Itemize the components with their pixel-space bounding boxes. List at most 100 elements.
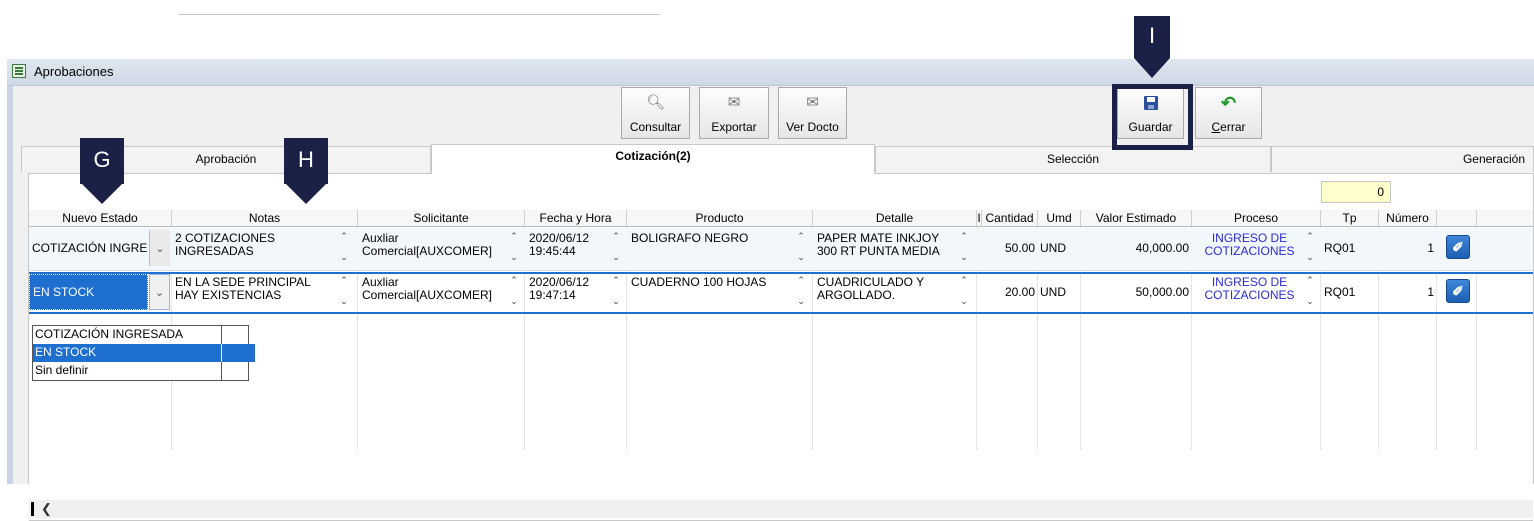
title-bar: Aprobaciones (7, 59, 1534, 86)
solicitante-cell[interactable]: Auxliar Comercial[AUXCOMER] (359, 228, 509, 268)
guardar-highlight-frame (1112, 84, 1193, 150)
fecha-cell[interactable]: 2020/06/12 19:47:14 (526, 272, 608, 312)
dropdown-option[interactable]: COTIZACIÓN INGRESADA (33, 326, 255, 344)
proceso-cell[interactable]: INGRESO DE COTIZACIONES (1194, 228, 1302, 268)
col-valor-estimado[interactable]: Valor Estimado (1081, 210, 1192, 227)
chevron-up-icon[interactable]: ⌃ (509, 231, 519, 242)
proceso-cell[interactable]: INGRESO DE COTIZACIONES (1194, 272, 1302, 312)
fecha-cell[interactable]: 2020/06/12 19:45:44 (526, 228, 608, 268)
producto-cell[interactable]: BOLIGRAFO NEGRO (628, 228, 793, 268)
paperclip-icon[interactable]: ✐ (1446, 279, 1470, 303)
dropdown-option[interactable]: Sin definir (33, 362, 255, 380)
dropdown-separator (221, 326, 222, 344)
magnifier-icon: 🔍︎ (645, 94, 666, 111)
col-proceso[interactable]: Proceso (1192, 210, 1321, 227)
cantidad-cell[interactable]: 20.00 (982, 272, 1038, 312)
paperclip-icon[interactable]: ✐ (1446, 235, 1470, 259)
chevron-down-icon[interactable]: ⌄ (149, 230, 170, 266)
chevron-up-icon[interactable]: ⌃ (509, 275, 519, 286)
table-row[interactable]: COTIZACIÓN INGRESADA ⌄ 2 COTIZACIONES IN… (29, 228, 1533, 271)
chevron-up-icon[interactable]: ⌃ (611, 231, 621, 242)
chevron-up-icon[interactable]: ⌃ (959, 275, 969, 286)
callout-i: I (1134, 16, 1170, 78)
numero-cell[interactable]: 1 (1379, 272, 1437, 312)
col-numero[interactable]: Número (1379, 210, 1437, 227)
chevron-down-icon[interactable]: ⌄ (611, 252, 621, 263)
chevron-down-icon[interactable]: ⌄ (959, 252, 969, 263)
table-row[interactable]: EN STOCK ⌄ EN LA SEDE PRINCIPAL HAY EXIS… (29, 272, 1533, 314)
chevron-down-icon[interactable]: ⌄ (959, 296, 969, 307)
chevron-up-icon[interactable]: ⌃ (796, 275, 806, 286)
chevron-down-icon[interactable]: ⌄ (796, 296, 806, 307)
estado-dropdown-list[interactable]: COTIZACIÓN INGRESADA EN STOCK Sin defini… (32, 325, 255, 381)
chevron-up-icon[interactable]: ⌃ (1305, 231, 1315, 242)
chevron-down-icon[interactable]: ⌄ (339, 296, 349, 307)
chevron-up-icon[interactable]: ⌃ (339, 275, 349, 286)
callout-h: H (284, 138, 328, 204)
scroll-left-icon[interactable]: ❮ (41, 501, 52, 517)
estado-combo[interactable]: EN STOCK ⌄ (29, 274, 171, 310)
umd-cell[interactable]: UND (1040, 272, 1080, 312)
cantidad-cell[interactable]: 50.00 (982, 228, 1038, 268)
tab-cotizacion[interactable]: Cotización(2) (431, 144, 875, 174)
chevron-up-icon[interactable]: ⌃ (1305, 275, 1315, 286)
chevron-down-icon[interactable]: ⌄ (149, 274, 170, 310)
chevron-up-icon[interactable]: ⌃ (611, 275, 621, 286)
exportar-label: Exportar (711, 120, 757, 134)
cerrar-label: Cerrar (1211, 120, 1246, 134)
consultar-label: Consultar (629, 120, 682, 134)
exportar-button[interactable]: ✉ Exportar (699, 87, 769, 139)
dropdown-option-selected[interactable]: EN STOCK (33, 344, 255, 362)
export-icon: ✉ (727, 94, 741, 111)
estado-value: COTIZACIÓN INGRESADA (32, 241, 148, 255)
consultar-button[interactable]: 🔍︎ Consultar (621, 87, 690, 139)
tp-cell[interactable]: RQ01 (1324, 272, 1378, 312)
estado-combo[interactable]: COTIZACIÓN INGRESADA ⌄ (29, 230, 171, 266)
umd-cell[interactable]: UND (1040, 228, 1080, 268)
chevron-up-icon[interactable]: ⌃ (959, 231, 969, 242)
tab-generacion[interactable]: Generación (1271, 146, 1534, 172)
notas-cell[interactable]: 2 COTIZACIONES INGRESADAS (172, 228, 334, 268)
col-notas[interactable]: Notas (172, 210, 358, 227)
dropdown-separator (221, 362, 222, 380)
col-detalle[interactable]: Detalle (813, 210, 977, 227)
document-icon: ✉ (806, 94, 819, 111)
chevron-down-icon[interactable]: ⌄ (339, 252, 349, 263)
numero-cell[interactable]: 1 (1379, 228, 1437, 268)
horizontal-scrollbar[interactable]: ❮ (29, 500, 1533, 518)
chevron-down-icon[interactable]: ⌄ (611, 296, 621, 307)
form-icon (12, 64, 26, 78)
producto-cell[interactable]: CUADERNO 100 HOJAS (628, 272, 793, 312)
detalle-cell[interactable]: PAPER MATE INKJOY 300 RT PUNTA MEDIA (814, 228, 956, 268)
chevron-down-icon[interactable]: ⌄ (796, 252, 806, 263)
col-tp[interactable]: Tp (1321, 210, 1379, 227)
chevron-down-icon[interactable]: ⌄ (509, 252, 519, 263)
valor-cell[interactable]: 50,000.00 (1081, 272, 1192, 312)
ver-docto-label: Ver Docto (786, 120, 839, 134)
tp-cell[interactable]: RQ01 (1324, 228, 1378, 268)
cerrar-button[interactable]: ↶ Cerrar (1195, 87, 1262, 139)
col-nuevo-estado[interactable]: Nuevo Estado (29, 210, 172, 227)
tab-seleccion[interactable]: Selección (875, 146, 1271, 172)
valor-cell[interactable]: 40,000.00 (1081, 228, 1192, 268)
chevron-down-icon[interactable]: ⌄ (1305, 252, 1315, 263)
left-strip (7, 86, 13, 484)
col-umd[interactable]: Umd (1038, 210, 1081, 227)
col-producto[interactable]: Producto (627, 210, 813, 227)
detalle-cell[interactable]: CUADRICULADO Y ARGOLLADO. (814, 272, 956, 312)
chevron-down-icon[interactable]: ⌄ (509, 296, 519, 307)
ver-docto-button[interactable]: ✉ Ver Docto (778, 87, 847, 139)
notas-cell[interactable]: EN LA SEDE PRINCIPAL HAY EXISTENCIAS (172, 272, 334, 312)
window-title: Aprobaciones (34, 64, 114, 79)
chevron-down-icon[interactable]: ⌄ (1305, 296, 1315, 307)
chevron-up-icon[interactable]: ⌃ (796, 231, 806, 242)
col-fecha-hora[interactable]: Fecha y Hora (525, 210, 627, 227)
count-field: 0 (1321, 181, 1391, 203)
chevron-up-icon[interactable]: ⌃ (339, 231, 349, 242)
col-cantidad[interactable]: Cantidad (982, 210, 1038, 227)
solicitante-cell[interactable]: Auxliar Comercial[AUXCOMER] (359, 272, 509, 312)
col-solicitante[interactable]: Solicitante (358, 210, 525, 227)
scroll-thumb[interactable] (31, 502, 34, 516)
col-filler (1477, 210, 1533, 227)
dropdown-separator (221, 344, 222, 362)
